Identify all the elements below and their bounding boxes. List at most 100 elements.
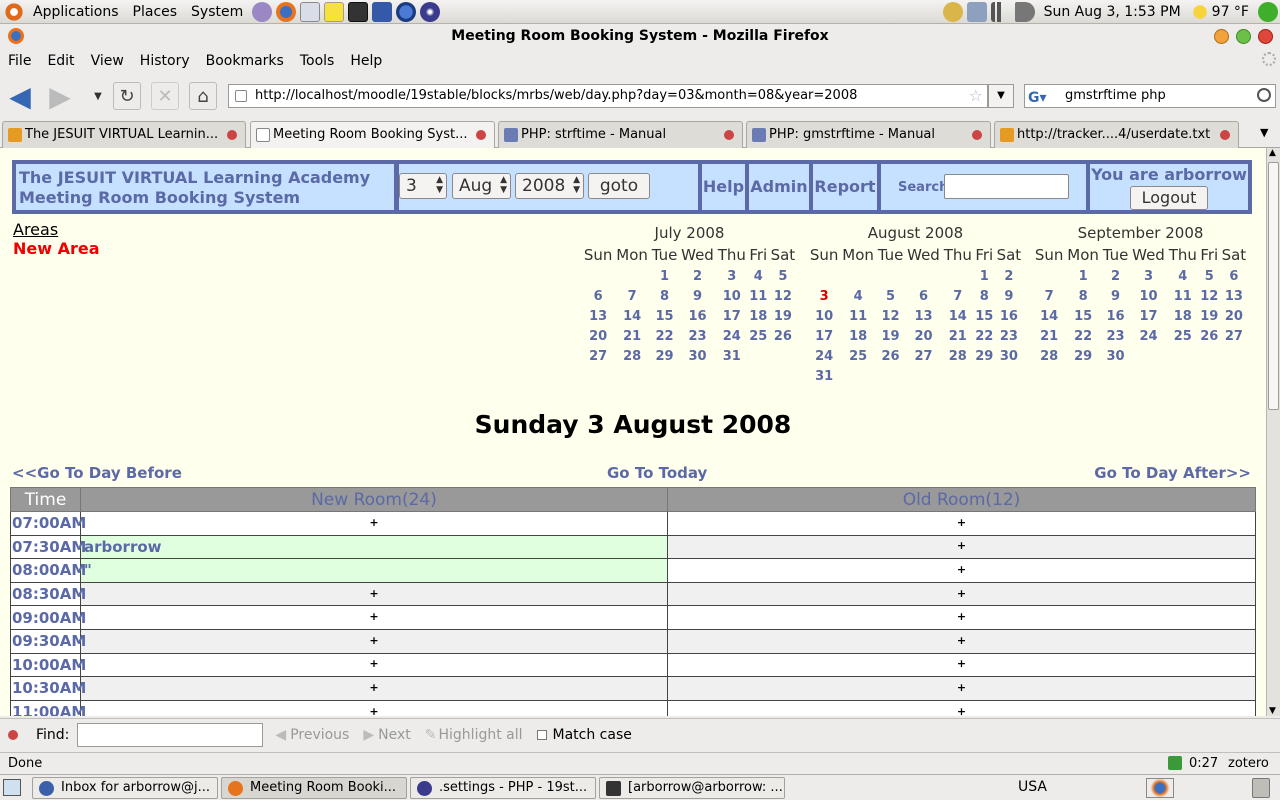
calendar-day-link[interactable]: 20 (582, 326, 614, 346)
calendar-day-link[interactable]: 25 (748, 326, 769, 346)
calendar-day-link[interactable]: 17 (808, 326, 840, 346)
calendar-day-link[interactable]: 25 (1167, 326, 1199, 346)
keyboard-layout[interactable]: USA (1018, 779, 1047, 795)
empty-slot-cell[interactable]: + (80, 676, 668, 701)
report-link[interactable]: Report (812, 163, 878, 211)
task-thunderbird-inbox[interactable]: Inbox for arborrow@j... (32, 777, 218, 799)
calendar-day-link[interactable]: 16 (995, 306, 1023, 326)
new-booking-plus-icon[interactable]: + (369, 611, 380, 623)
calendar-day-link[interactable]: 29 (1065, 346, 1101, 366)
forward-arrow-icon[interactable]: ▶ (46, 80, 74, 113)
calendar-day-link[interactable]: 10 (1130, 286, 1167, 306)
calendar-day-link[interactable]: 24 (1130, 326, 1167, 346)
thunderbird-icon[interactable] (396, 1, 417, 22)
new-booking-plus-icon[interactable]: + (956, 564, 967, 576)
calendar-day-link[interactable]: 4 (748, 266, 769, 286)
tab-php-gmstrftime[interactable]: PHP: gmstrftime - Manual (746, 121, 991, 148)
new-area-link[interactable]: New Area (13, 239, 100, 258)
eclipse-icon[interactable] (420, 1, 441, 22)
applications-menu[interactable]: Applications (26, 0, 126, 24)
bookmark-star-icon[interactable]: ☆ (969, 85, 983, 107)
empty-slot-cell[interactable]: + (80, 581, 668, 607)
calendar-day-link[interactable]: 23 (679, 326, 716, 346)
calendar-day-link[interactable]: 19 (876, 326, 905, 346)
calendar-day-link[interactable]: 18 (840, 326, 876, 346)
signal-strength-icon[interactable] (990, 1, 1011, 22)
calendar-day-link[interactable]: 6 (1220, 266, 1248, 286)
calendar-day-link[interactable]: 26 (769, 326, 797, 346)
new-booking-plus-icon[interactable]: + (369, 588, 380, 600)
empty-slot-cell[interactable]: + (667, 699, 1256, 716)
room-header-old-room[interactable]: Old Room(12) (667, 487, 1256, 512)
calendar-day-link[interactable]: 3 (808, 286, 840, 306)
calendar-day-link[interactable]: 11 (748, 286, 769, 306)
goto-button[interactable]: goto (588, 173, 650, 199)
calendar-day-link[interactable]: 27 (1220, 326, 1248, 346)
calendar-day-link[interactable]: 8 (974, 286, 995, 306)
calendar-day-link[interactable]: 8 (1065, 286, 1101, 306)
booking-cell[interactable]: " (80, 558, 668, 583)
zotero-button[interactable]: zotero (1228, 753, 1269, 774)
calendar-day-link[interactable]: 10 (808, 306, 840, 326)
highlight-all-button[interactable]: Highlight all (439, 727, 523, 743)
find-close-icon[interactable] (8, 729, 18, 740)
terminal-icon[interactable] (348, 1, 369, 22)
calendar-day-link[interactable]: 2 (679, 266, 716, 286)
menu-view[interactable]: View (83, 53, 132, 69)
calendar-day-link[interactable]: 15 (650, 306, 679, 326)
calendar-day-link[interactable]: 1 (974, 266, 995, 286)
back-arrow-icon[interactable]: ◀ (6, 80, 34, 113)
calendar-day-link[interactable]: 22 (1065, 326, 1101, 346)
task-eclipse-settings[interactable]: .settings - PHP - 19st... (410, 777, 596, 799)
calendar-day-link[interactable]: 7 (1033, 286, 1065, 306)
empty-slot-cell[interactable]: + (667, 581, 1256, 607)
calendar-day-link[interactable]: 1 (1065, 266, 1101, 286)
admin-link[interactable]: Admin (748, 163, 810, 211)
timer-text[interactable]: 0:27 (1189, 753, 1218, 774)
booking-cell[interactable]: arborrow (80, 534, 668, 560)
calendar-day-link[interactable]: 18 (748, 306, 769, 326)
calendar-day-link[interactable]: 19 (769, 306, 797, 326)
today-link[interactable]: Go To Today (607, 464, 707, 482)
calendar-day-link[interactable]: 15 (1065, 306, 1101, 326)
scroll-down-icon[interactable]: ▼ (1269, 706, 1276, 716)
tab-close-icon[interactable] (227, 130, 237, 140)
find-previous-button[interactable]: Previous (290, 727, 349, 743)
calendar-day-link[interactable]: 2 (1101, 266, 1130, 286)
tab-close-icon[interactable] (972, 130, 982, 140)
calendar-day-link[interactable]: 13 (905, 306, 942, 326)
menu-tools[interactable]: Tools (292, 53, 343, 69)
calendar-day-link[interactable]: 9 (995, 286, 1023, 306)
day-select[interactable]: 3 ▲ ▼ (399, 173, 447, 199)
calendar-day-link[interactable]: 19 (1199, 306, 1220, 326)
calendar-day-link[interactable]: 13 (1220, 286, 1248, 306)
calendar-day-link[interactable]: 9 (1101, 286, 1130, 306)
calendar-day-link[interactable]: 4 (840, 286, 876, 306)
new-booking-plus-icon[interactable]: + (956, 658, 967, 670)
calendar-day-link[interactable]: 3 (716, 266, 748, 286)
calendar-day-link[interactable]: 7 (614, 286, 650, 306)
month-select[interactable]: Aug ▲ ▼ (452, 173, 511, 199)
calendar-day-link[interactable]: 16 (1101, 306, 1130, 326)
calendar-day-link[interactable]: 29 (974, 346, 995, 366)
calendar-day-link[interactable]: 2 (995, 266, 1023, 286)
calendar-day-link[interactable]: 6 (582, 286, 614, 306)
calendar-day-link[interactable]: 24 (716, 326, 748, 346)
calendar-day-link[interactable]: 12 (769, 286, 797, 306)
empty-slot-cell[interactable]: + (80, 699, 668, 716)
find-next-button[interactable]: Next (378, 727, 411, 743)
new-booking-plus-icon[interactable]: + (369, 658, 380, 670)
reload-icon[interactable]: ↻ (113, 82, 141, 110)
empty-slot-cell[interactable]: + (667, 558, 1256, 583)
calendar-day-link[interactable]: 14 (1033, 306, 1065, 326)
web-search-box[interactable]: G▾ gmstrftime php (1024, 84, 1276, 108)
show-desktop-icon[interactable] (3, 779, 21, 796)
calendar-day-link[interactable]: 16 (679, 306, 716, 326)
time-slot-label[interactable]: 11:00AM (10, 699, 86, 716)
tab-tracker-userdate[interactable]: http://tracker....4/userdate.txt (994, 121, 1239, 148)
task-terminal[interactable]: [arborrow@arborrow: ... (599, 777, 785, 799)
history-dropdown-icon[interactable]: ▼ (84, 82, 112, 110)
google-engine-icon[interactable]: G▾ (1028, 87, 1060, 106)
calendar-day-link[interactable]: 29 (650, 346, 679, 366)
calendar-day-link[interactable]: 30 (995, 346, 1023, 366)
